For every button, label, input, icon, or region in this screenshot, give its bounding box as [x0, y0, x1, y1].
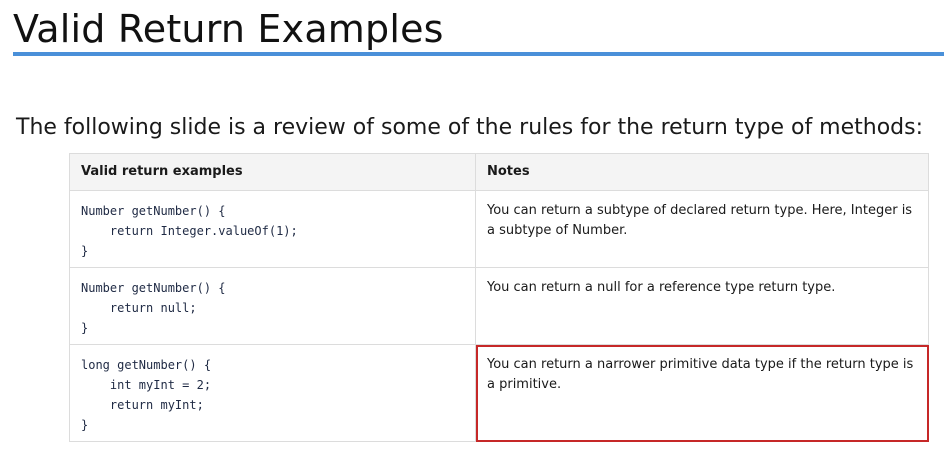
note-cell: You can return a subtype of declared ret…	[475, 190, 929, 268]
note-text: You can return a null for a reference ty…	[487, 280, 836, 295]
note-text: You can return a narrower primitive data…	[487, 357, 914, 392]
code-cell: Number getNumber() { return Integer.valu…	[69, 190, 476, 268]
title-underline	[13, 52, 944, 56]
note-cell: You can return a null for a reference ty…	[475, 267, 929, 345]
table-row: long getNumber() { int myInt = 2; return…	[69, 344, 929, 442]
code-cell: long getNumber() { int myInt = 2; return…	[69, 344, 476, 442]
note-cell-highlighted: You can return a narrower primitive data…	[475, 344, 929, 442]
return-examples-table: Valid return examples Notes Number getNu…	[69, 153, 929, 442]
header-valid-return-examples: Valid return examples	[69, 153, 476, 191]
code-snippet: long getNumber() { int myInt = 2; return…	[81, 358, 212, 432]
code-snippet: Number getNumber() { return Integer.valu…	[81, 204, 298, 258]
note-text: You can return a subtype of declared ret…	[487, 203, 913, 238]
table-header-row: Valid return examples Notes	[69, 153, 929, 191]
code-cell: Number getNumber() { return null; }	[69, 267, 476, 345]
table-row: Number getNumber() { return null; } You …	[69, 267, 929, 345]
slide-title: Valid Return Examples	[13, 7, 444, 51]
code-snippet: Number getNumber() { return null; }	[81, 281, 226, 335]
table-row: Number getNumber() { return Integer.valu…	[69, 190, 929, 268]
header-notes: Notes	[475, 153, 929, 191]
intro-text: The following slide is a review of some …	[16, 115, 924, 140]
